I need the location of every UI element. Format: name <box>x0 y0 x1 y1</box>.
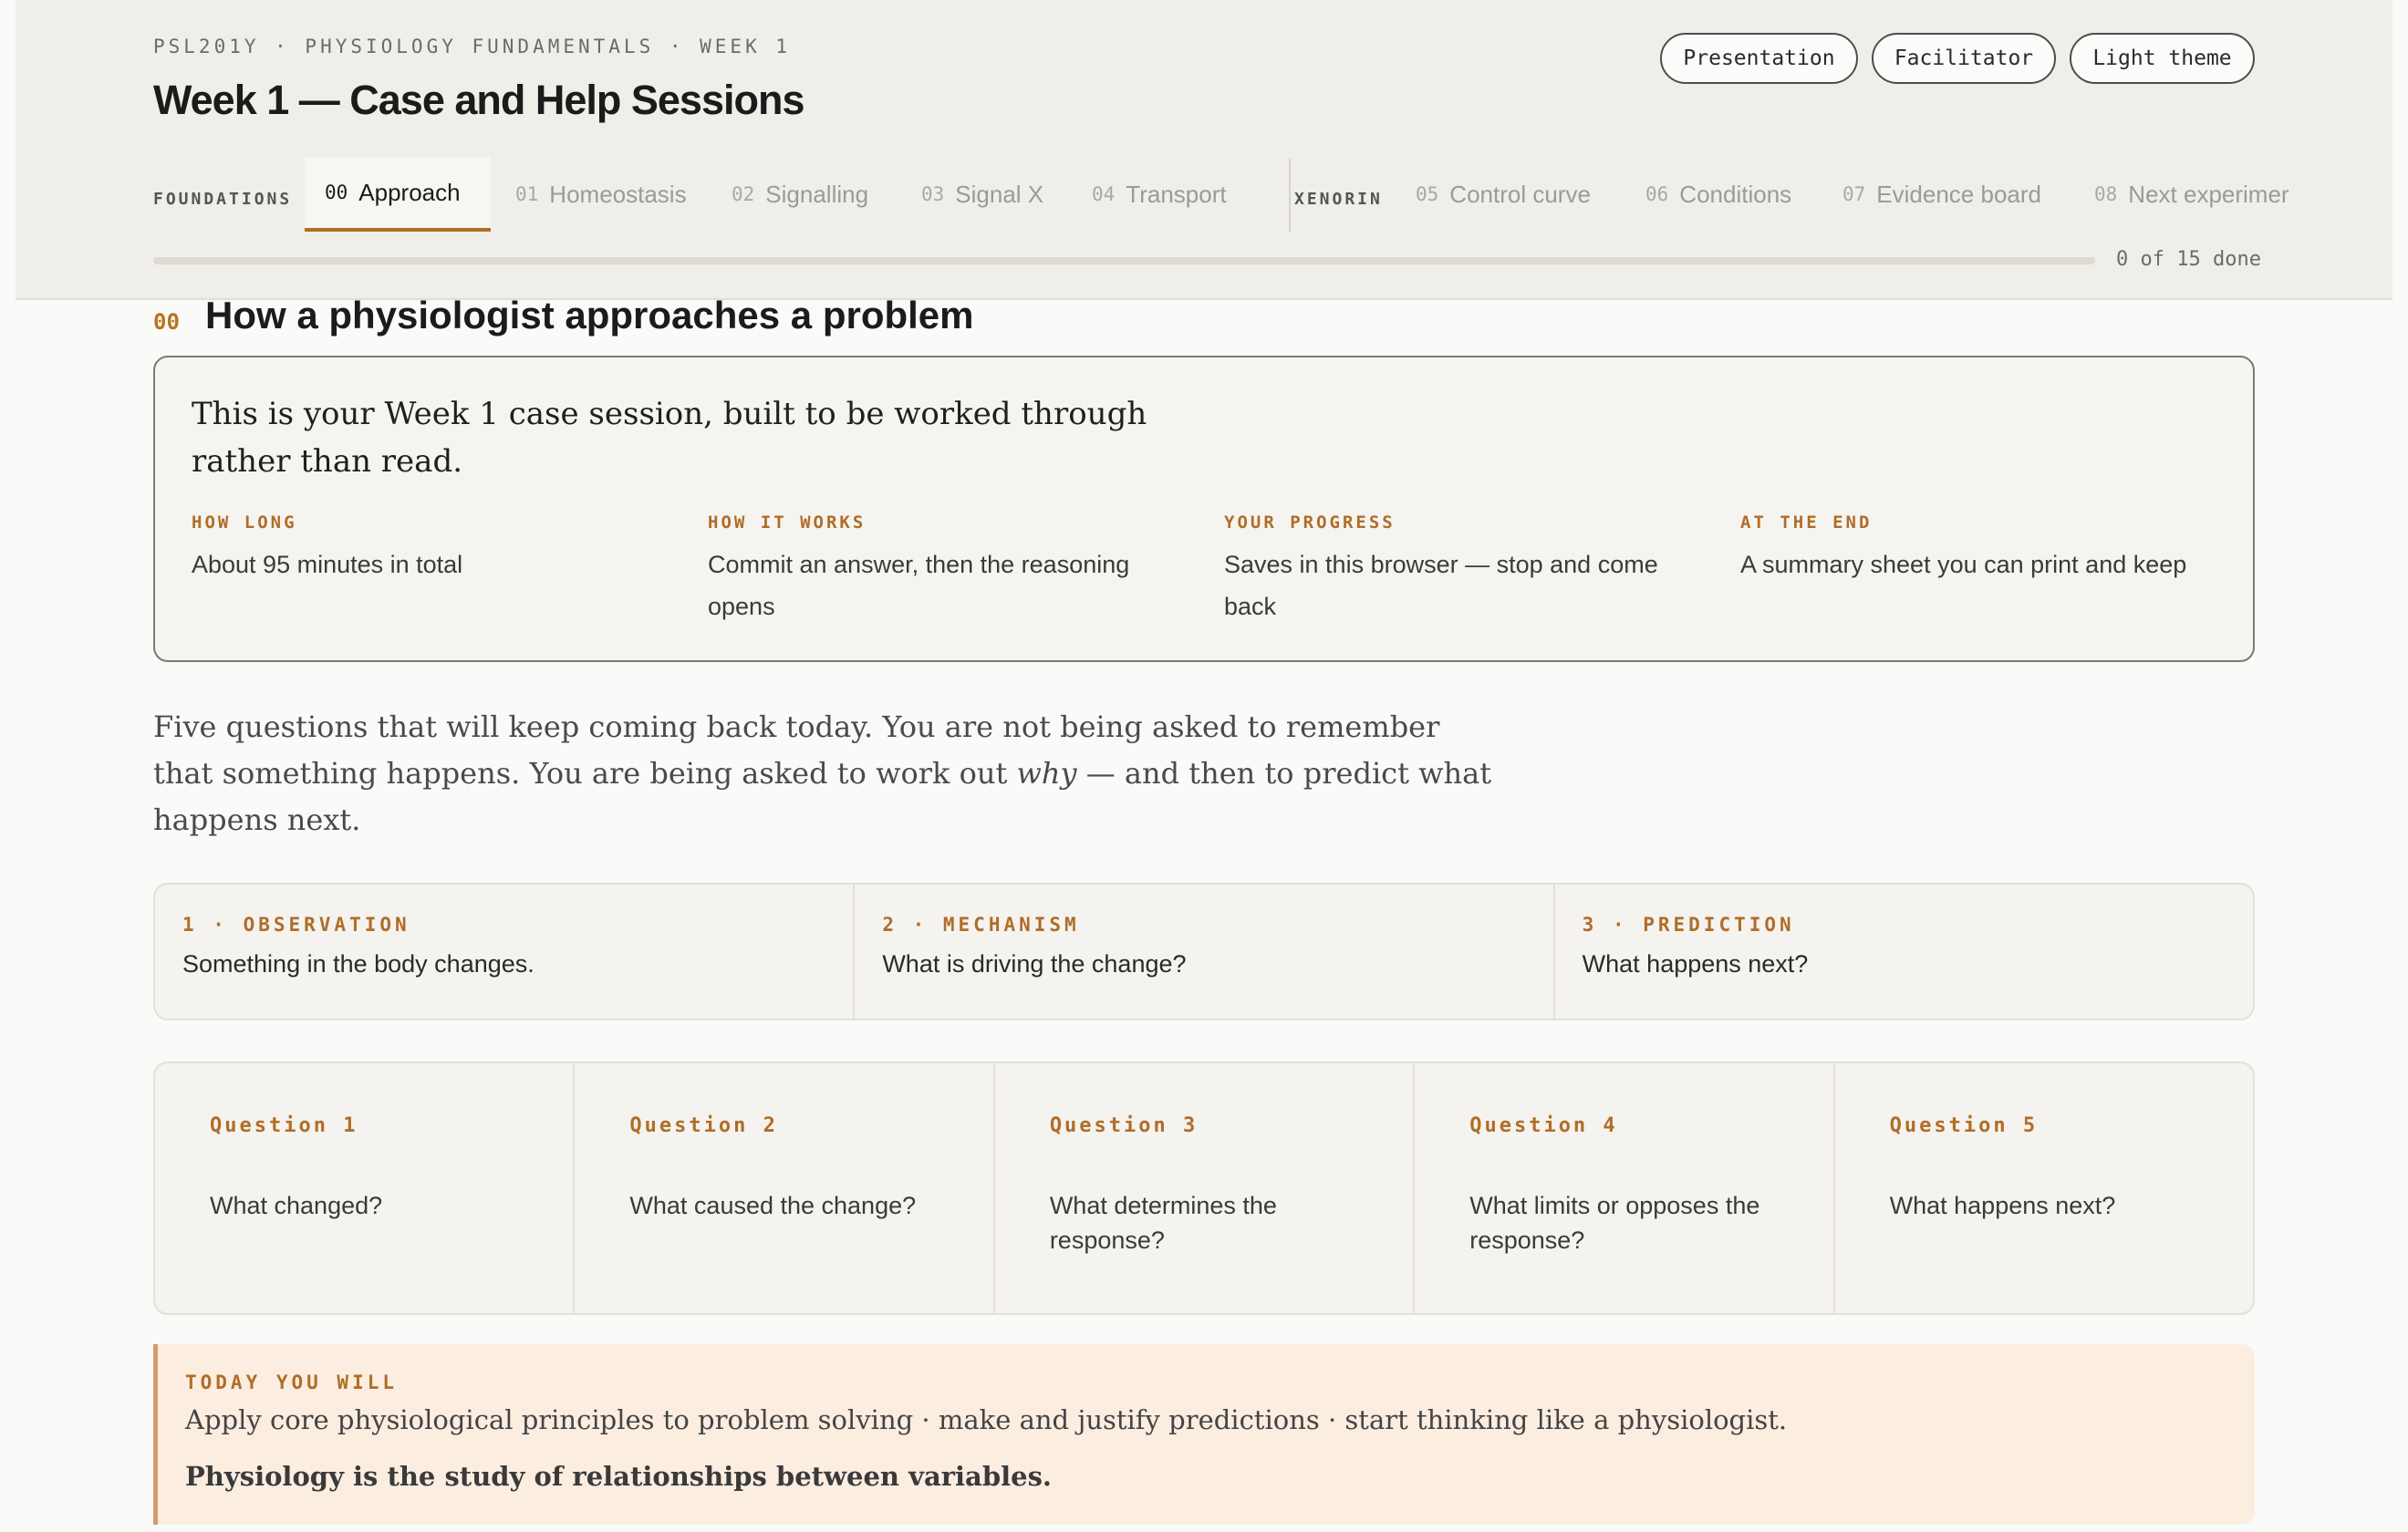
tab-number: 00 <box>325 181 348 203</box>
tab-number: 06 <box>1645 183 1669 205</box>
fact-label: AT THE END <box>1740 512 1873 533</box>
tab-label: Homeostasis <box>549 180 687 208</box>
fact-value: A summary sheet you can print and keep <box>1740 551 2187 578</box>
progress-bar <box>153 257 2095 264</box>
question-text: What limits or opposes the response? <box>1469 1192 1760 1254</box>
tab-number: 02 <box>732 183 755 205</box>
fact-how-it-works: HOW IT WORKS Commit an answer, then the … <box>708 512 1200 627</box>
today-label: TODAY YOU WILL <box>185 1372 399 1393</box>
tab-number: 04 <box>1092 183 1116 205</box>
nav-divider <box>1289 159 1291 232</box>
tab-homeostasis[interactable]: 01 Homeostasis <box>515 157 687 232</box>
question-label: Question 2 <box>629 1114 778 1137</box>
intro-paragraph: Five questions that will keep coming bac… <box>153 704 1503 844</box>
tab-evidence-board[interactable]: 07 Evidence board <box>1842 157 2041 232</box>
step-text: What is driving the change? <box>882 950 1187 978</box>
section-number: 00 <box>153 309 180 335</box>
today-key-statement: Physiology is the study of relationships… <box>185 1461 1052 1492</box>
tab-number: 03 <box>921 183 945 205</box>
tab-transport[interactable]: 04 Transport <box>1092 157 1227 232</box>
fact-label: YOUR PROGRESS <box>1224 512 1396 533</box>
reasoning-steps: 1 · OBSERVATION Something in the body ch… <box>153 883 2255 1020</box>
step-observation: 1 · OBSERVATION Something in the body ch… <box>155 885 853 1019</box>
page-title: Week 1 — Case and Help Sessions <box>153 77 804 123</box>
question-label: Question 3 <box>1049 1114 1199 1137</box>
presentation-button[interactable]: Presentation <box>1660 33 1858 84</box>
tab-number: 08 <box>2094 183 2118 205</box>
tab-label: Control curve <box>1449 180 1591 208</box>
questions-grid: Question 1 What changed? Question 2 What… <box>153 1061 2255 1315</box>
fact-label: HOW LONG <box>192 512 297 533</box>
question-card: Question 4 What limits or opposes the re… <box>1413 1063 1832 1313</box>
tab-number: 07 <box>1842 183 1866 205</box>
question-label: Question 5 <box>1889 1114 2039 1137</box>
tab-label: Conditions <box>1679 180 1792 208</box>
tab-label: Transport <box>1126 180 1227 208</box>
tab-next-experiment[interactable]: 08 Next experimer <box>2094 157 2392 232</box>
para-emphasis: why <box>1016 756 1077 791</box>
fact-how-long: HOW LONG About 95 minutes in total <box>192 512 684 585</box>
today-callout: TODAY YOU WILL Apply core physiological … <box>153 1344 2255 1525</box>
section-title: How a physiologist approaches a problem <box>205 294 974 336</box>
intro-lead: This is your Week 1 case session, built … <box>192 396 1147 480</box>
fact-at-the-end: AT THE END A summary sheet you can print… <box>1740 512 2251 585</box>
nav-group-xenorin: XENORIN <box>1294 190 1383 209</box>
fact-value: About 95 minutes in total <box>192 551 463 578</box>
step-text: Something in the body changes. <box>182 950 535 978</box>
tab-label: Signal X <box>955 180 1044 208</box>
step-text: What happens next? <box>1582 950 1809 978</box>
tab-label: Next experimer <box>2128 180 2289 208</box>
today-text: Apply core physiological principles to p… <box>185 1404 1788 1435</box>
fact-your-progress: YOUR PROGRESS Saves in this browser — st… <box>1224 512 1717 627</box>
question-card: Question 3 What determines the response? <box>992 1063 1413 1313</box>
progress-text: 0 of 15 done <box>2116 248 2261 271</box>
tab-signal-x[interactable]: 03 Signal X <box>921 157 1043 232</box>
fact-value: Commit an answer, then the reasoning ope… <box>708 551 1130 620</box>
tab-number: 05 <box>1416 183 1439 205</box>
question-label: Question 1 <box>210 1114 358 1137</box>
tab-approach[interactable]: 00 Approach <box>305 157 491 232</box>
course-eyebrow: PSL201Y · PHYSIOLOGY FUNDAMENTALS · WEEK… <box>153 36 792 57</box>
tab-label: Approach <box>358 178 461 206</box>
intro-card: This is your Week 1 case session, built … <box>153 356 2255 662</box>
facilitator-button[interactable]: Facilitator <box>1872 33 2056 84</box>
question-label: Question 4 <box>1469 1114 1618 1137</box>
tab-signalling[interactable]: 02 Signalling <box>732 157 868 232</box>
tab-conditions[interactable]: 06 Conditions <box>1645 157 1791 232</box>
theme-toggle-button[interactable]: Light theme <box>2070 33 2255 84</box>
question-card: Question 2 What caused the change? <box>573 1063 992 1313</box>
question-text: What happens next? <box>1889 1192 2116 1219</box>
fact-value: Saves in this browser — stop and come ba… <box>1224 551 1658 620</box>
question-card: Question 5 What happens next? <box>1832 1063 2253 1313</box>
question-card: Question 1 What changed? <box>155 1063 573 1313</box>
question-text: What changed? <box>210 1192 383 1219</box>
step-label: 3 · PREDICTION <box>1582 914 1795 936</box>
step-label: 1 · OBSERVATION <box>182 914 410 936</box>
step-label: 2 · MECHANISM <box>882 914 1080 936</box>
tab-label: Evidence board <box>1876 180 2041 208</box>
tab-number: 01 <box>515 183 539 205</box>
question-text: What caused the change? <box>629 1192 917 1219</box>
question-text: What determines the response? <box>1049 1192 1277 1254</box>
tab-control-curve[interactable]: 05 Control curve <box>1416 157 1591 232</box>
fact-label: HOW IT WORKS <box>708 512 867 533</box>
page-header: PSL201Y · PHYSIOLOGY FUNDAMENTALS · WEEK… <box>16 0 2392 300</box>
step-prediction: 3 · PREDICTION What happens next? <box>1552 885 2253 1019</box>
tab-label: Signalling <box>765 180 869 208</box>
nav-group-foundations: FOUNDATIONS <box>153 190 293 209</box>
step-mechanism: 2 · MECHANISM What is driving the change… <box>853 885 1552 1019</box>
